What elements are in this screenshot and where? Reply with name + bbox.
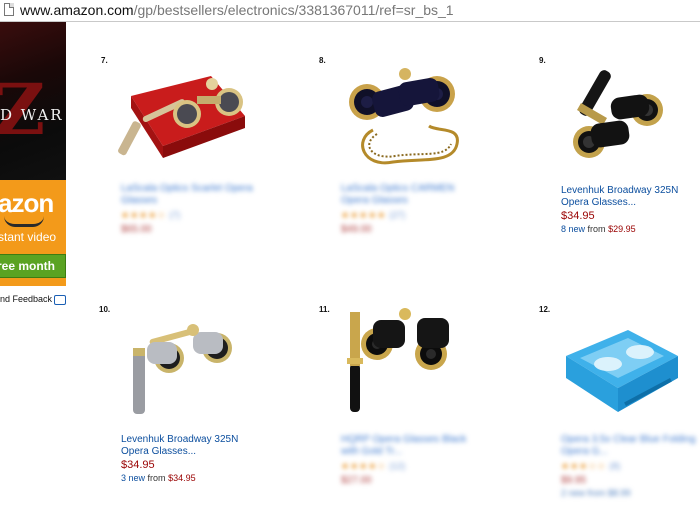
rank-label: 8. [319, 56, 326, 65]
offers-link[interactable]: 2 new from $8.99 [561, 488, 631, 498]
offers-from: from [587, 224, 606, 234]
product-price: $34.95 [561, 210, 595, 222]
instant-video-ad[interactable]: azon stant video ree month [0, 180, 66, 286]
offers-link[interactable]: 3 new from $34.95 [121, 473, 196, 483]
url-text[interactable]: www.amazon.com/gp/bestsellers/electronic… [20, 2, 454, 18]
product-price: $34.95 [121, 459, 155, 471]
offers-from: from [147, 473, 166, 483]
product-title-line: Levenhuk Broadway 325N [561, 185, 679, 196]
free-month-button[interactable]: ree month [0, 254, 66, 278]
product-title-line: Opera Glasses... [561, 197, 637, 208]
url-path: /gp/bestsellers/electronics/3381367011/r… [133, 2, 454, 18]
product-title-line: Opera Glasses... [121, 446, 197, 457]
product-price: $27.00 [341, 475, 372, 486]
rank-label: 10. [99, 305, 111, 314]
rank-label: 11. [319, 305, 330, 314]
address-bar[interactable]: www.amazon.com/gp/bestsellers/electronic… [0, 0, 700, 22]
product-title[interactable]: LaScala Optics Scarlet Opera Glasses [121, 183, 261, 207]
product-title[interactable]: HQRP Opera Glasses Black with Gold Tr... [341, 434, 481, 458]
ad-brand: azon [0, 188, 54, 219]
rank-label: 7. [101, 56, 108, 65]
rating-stars: ★★★☆☆ (8) [561, 461, 620, 472]
product-title[interactable]: Levenhuk Broadway 325N Opera Glasses... [561, 185, 691, 209]
product-price: $49.00 [341, 224, 372, 235]
page-icon [4, 3, 14, 16]
rank-label: 9. [539, 56, 546, 65]
stars-glyphs: ★★★★☆ [121, 210, 167, 220]
rating-stars: ★★★★☆ (12) [341, 461, 405, 472]
offers-count: 3 new [121, 473, 146, 483]
silver-opera-glasses-image[interactable] [113, 312, 253, 422]
product-price: $9.95 [561, 475, 587, 486]
blue-folding-opera-glasses-image[interactable] [556, 316, 696, 426]
ad-brand-text: azon [0, 188, 54, 218]
review-count[interactable]: (27) [389, 210, 405, 220]
product-title[interactable]: LaScala Optics CARMEN Opera Glasses [341, 183, 481, 207]
offers-link[interactable]: 8 new from $29.95 [561, 224, 636, 234]
stars-glyphs: ★★★★★ [341, 210, 387, 220]
ad-feedback-label: nd Feedback [0, 294, 53, 304]
product-title-line: Levenhuk Broadway 325N [121, 434, 239, 445]
rating-stars: ★★★★☆ (7) [121, 210, 180, 221]
review-count[interactable]: (12) [389, 461, 405, 471]
product-price: $65.00 [121, 224, 152, 235]
review-count[interactable]: (8) [609, 461, 620, 471]
red-case-opera-glasses-image[interactable] [113, 64, 253, 174]
black-gold-opera-glasses-image[interactable] [555, 64, 695, 174]
rating-stars: ★★★★★ (27) [341, 210, 405, 221]
offers-price: $29.95 [608, 224, 636, 234]
offers-price: $34.95 [168, 473, 196, 483]
offers-count: 8 new [561, 224, 586, 234]
rank-label: 12. [539, 305, 551, 314]
amazon-smile-icon [4, 216, 44, 227]
stars-glyphs: ★★★☆☆ [561, 461, 607, 471]
review-count[interactable]: (7) [169, 210, 180, 220]
ad-feedback-link[interactable]: nd Feedback [0, 294, 67, 305]
speech-bubble-icon [54, 294, 67, 305]
chain-opera-glasses-image[interactable] [333, 60, 473, 170]
movie-ad-banner[interactable]: Z D WAR [0, 22, 66, 180]
ad-tagline: stant video [0, 230, 57, 244]
product-title[interactable]: Opera 3.5x Clear Blue Folding Opera G... [561, 434, 700, 458]
product-title[interactable]: Levenhuk Broadway 325N Opera Glasses... [121, 434, 251, 458]
url-host: www.amazon.com [20, 2, 134, 18]
handle-opera-glasses-image[interactable] [333, 304, 473, 414]
movie-ad-title: D WAR [0, 106, 64, 124]
stars-glyphs: ★★★★☆ [341, 461, 387, 471]
